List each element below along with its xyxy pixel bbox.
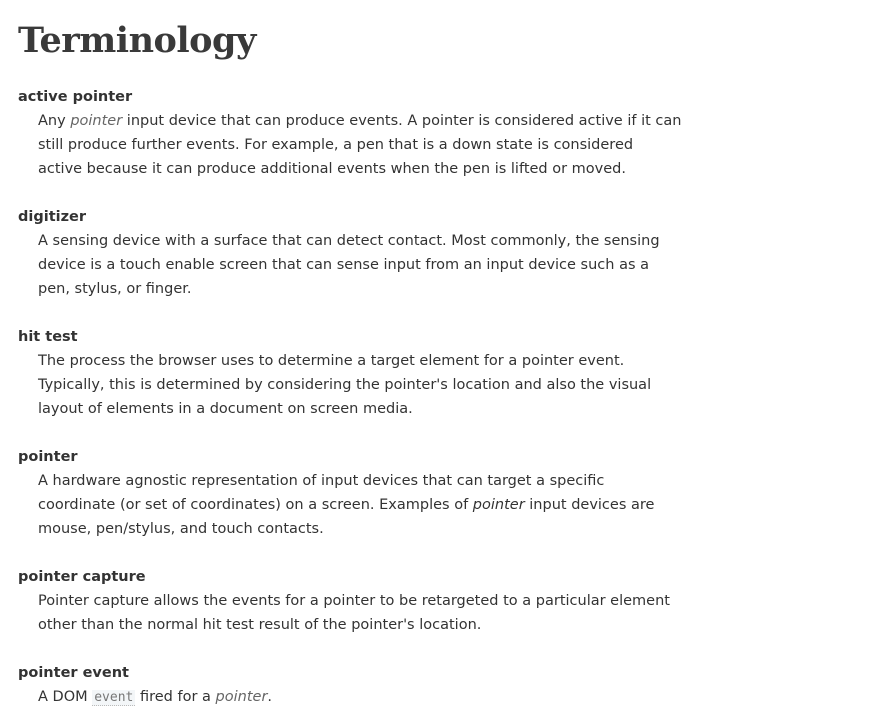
definition-line: mouse, pen/stylus, and touch contacts. [38, 517, 681, 541]
term-definition: The process the browser uses to determin… [38, 349, 681, 421]
text: A DOM [38, 689, 93, 705]
text: Any [38, 113, 71, 129]
text: A sensing device with a surface that can… [38, 233, 660, 249]
text: Typically, this is determined by conside… [38, 377, 652, 393]
definition-line: Typically, this is determined by conside… [38, 373, 681, 397]
definition-line: Any pointer input device that can produc… [38, 109, 681, 133]
term: pointer event [18, 665, 129, 681]
text: A hardware agnostic representation of in… [38, 473, 605, 489]
text: fired for a [135, 689, 216, 705]
text: coordinate (or set of coordinates) on a … [38, 497, 473, 513]
term-definition: Pointer capture allows the events for a … [38, 589, 681, 637]
page-title: Terminology [18, 20, 256, 61]
definition-line: pen, stylus, or finger. [38, 277, 681, 301]
emphasis: pointer [472, 497, 525, 513]
text: The process the browser uses to determin… [38, 353, 625, 369]
text: active because it can produce additional… [38, 161, 626, 177]
term-definition: Any pointer input device that can produc… [38, 109, 681, 181]
definition-line: Pointer capture allows the events for a … [38, 589, 681, 613]
term-link[interactable]: pointer [70, 113, 122, 129]
text: Pointer capture allows the events for a … [38, 593, 670, 609]
definition-line: device is a touch enable screen that can… [38, 253, 681, 277]
text: layout of elements in a document on scre… [38, 401, 413, 417]
text: input device that can produce events. A … [122, 113, 682, 129]
definition-line: A DOM event fired for a pointer. [38, 685, 681, 710]
term-definition: A DOM event fired for a pointer. [38, 685, 681, 710]
term: pointer capture [18, 569, 146, 585]
text: other than the normal hit test result of… [38, 617, 482, 633]
term-definition: A hardware agnostic representation of in… [38, 469, 681, 541]
text: . [267, 689, 273, 705]
term: pointer [18, 449, 78, 465]
definition-line: A sensing device with a surface that can… [38, 229, 681, 253]
text: pen, stylus, or finger. [38, 281, 192, 297]
term-link[interactable]: pointer [216, 689, 268, 705]
code-reference[interactable]: event [92, 690, 136, 706]
term: digitizer [18, 209, 87, 225]
term: hit test [18, 329, 78, 345]
text: mouse, pen/stylus, and touch contacts. [38, 521, 324, 537]
definition-line: other than the normal hit test result of… [38, 613, 681, 637]
definition-line: coordinate (or set of coordinates) on a … [38, 493, 681, 517]
text: device is a touch enable screen that can… [38, 257, 650, 273]
definition-line: layout of elements in a document on scre… [38, 397, 681, 421]
definition-line: The process the browser uses to determin… [38, 349, 681, 373]
text: still produce further events. For exampl… [38, 137, 634, 153]
term-definition: A sensing device with a surface that can… [38, 229, 681, 301]
definition-line: still produce further events. For exampl… [38, 133, 681, 157]
definition-line: A hardware agnostic representation of in… [38, 469, 681, 493]
definition-line: active because it can produce additional… [38, 157, 681, 181]
terminology-list: active pointer Any pointer input device t… [18, 85, 681, 710]
text: input devices are [524, 497, 655, 513]
term: active pointer [18, 89, 133, 105]
